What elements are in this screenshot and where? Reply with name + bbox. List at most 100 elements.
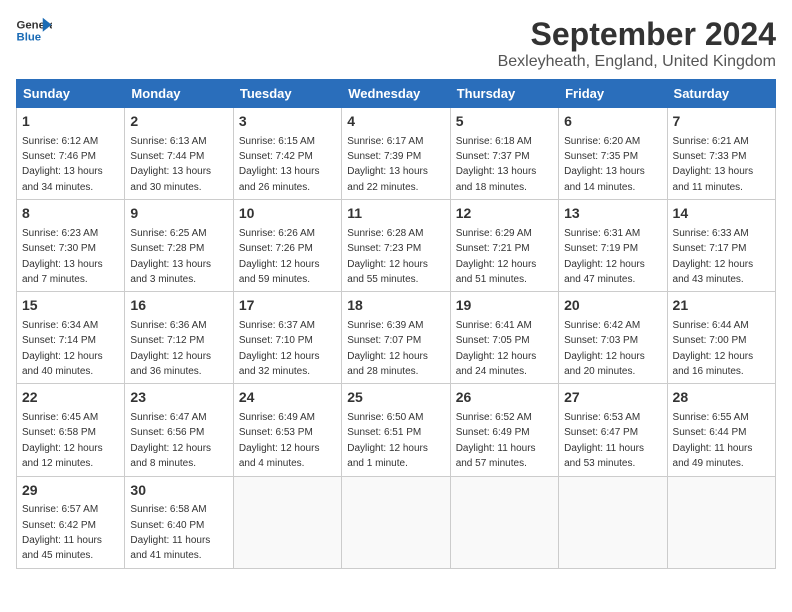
sunrise-info: Sunrise: 6:41 AM: [456, 320, 532, 331]
header-thursday: Thursday: [450, 80, 558, 108]
daylight-label: Daylight: 12 hours and 24 minutes.: [456, 351, 537, 377]
table-row: 24 Sunrise: 6:49 AM Sunset: 6:53 PM Dayl…: [233, 384, 341, 476]
logo: General Blue: [16, 16, 52, 44]
calendar-table: Sunday Monday Tuesday Wednesday Thursday…: [16, 79, 776, 569]
header-sunday: Sunday: [17, 80, 125, 108]
daylight-label: Daylight: 12 hours and 40 minutes.: [22, 351, 103, 377]
day-number: 3: [239, 112, 336, 132]
table-row: 26 Sunrise: 6:52 AM Sunset: 6:49 PM Dayl…: [450, 384, 558, 476]
day-number: 5: [456, 112, 553, 132]
day-number: 25: [347, 388, 444, 408]
sunrise-info: Sunrise: 6:55 AM: [673, 412, 749, 423]
day-number: 24: [239, 388, 336, 408]
sunset-info: Sunset: 7:21 PM: [456, 243, 530, 254]
table-row: 15 Sunrise: 6:34 AM Sunset: 7:14 PM Dayl…: [17, 292, 125, 384]
header-tuesday: Tuesday: [233, 80, 341, 108]
daylight-label: Daylight: 12 hours and 28 minutes.: [347, 351, 428, 377]
header-friday: Friday: [559, 80, 667, 108]
sunset-info: Sunset: 7:46 PM: [22, 151, 96, 162]
sunrise-info: Sunrise: 6:52 AM: [456, 412, 532, 423]
table-row: 12 Sunrise: 6:29 AM Sunset: 7:21 PM Dayl…: [450, 200, 558, 292]
table-row: 29 Sunrise: 6:57 AM Sunset: 6:42 PM Dayl…: [17, 476, 125, 568]
daylight-label: Daylight: 12 hours and 8 minutes.: [130, 443, 211, 469]
daylight-label: Daylight: 12 hours and 1 minute.: [347, 443, 428, 469]
daylight-label: Daylight: 13 hours and 22 minutes.: [347, 166, 428, 192]
table-row: 8 Sunrise: 6:23 AM Sunset: 7:30 PM Dayli…: [17, 200, 125, 292]
sunset-info: Sunset: 7:35 PM: [564, 151, 638, 162]
table-row: [667, 476, 775, 568]
table-row: 10 Sunrise: 6:26 AM Sunset: 7:26 PM Dayl…: [233, 200, 341, 292]
daylight-label: Daylight: 12 hours and 12 minutes.: [22, 443, 103, 469]
sunset-info: Sunset: 6:40 PM: [130, 520, 204, 531]
table-row: 28 Sunrise: 6:55 AM Sunset: 6:44 PM Dayl…: [667, 384, 775, 476]
sunrise-info: Sunrise: 6:23 AM: [22, 228, 98, 239]
sunset-info: Sunset: 7:26 PM: [239, 243, 313, 254]
day-number: 6: [564, 112, 661, 132]
sunrise-info: Sunrise: 6:26 AM: [239, 228, 315, 239]
page-header: General Blue September 2024 Bexleyheath,…: [16, 16, 776, 71]
sunrise-info: Sunrise: 6:18 AM: [456, 136, 532, 147]
table-row: 2 Sunrise: 6:13 AM Sunset: 7:44 PM Dayli…: [125, 108, 233, 200]
day-number: 11: [347, 204, 444, 224]
sunrise-info: Sunrise: 6:31 AM: [564, 228, 640, 239]
table-row: 7 Sunrise: 6:21 AM Sunset: 7:33 PM Dayli…: [667, 108, 775, 200]
sunrise-info: Sunrise: 6:13 AM: [130, 136, 206, 147]
sunrise-info: Sunrise: 6:57 AM: [22, 504, 98, 515]
day-number: 4: [347, 112, 444, 132]
table-row: 30 Sunrise: 6:58 AM Sunset: 6:40 PM Dayl…: [125, 476, 233, 568]
sunrise-info: Sunrise: 6:21 AM: [673, 136, 749, 147]
daylight-label: Daylight: 11 hours and 53 minutes.: [564, 443, 644, 469]
daylight-label: Daylight: 12 hours and 43 minutes.: [673, 259, 754, 285]
calendar-header-row: Sunday Monday Tuesday Wednesday Thursday…: [17, 80, 776, 108]
sunset-info: Sunset: 7:17 PM: [673, 243, 747, 254]
sunrise-info: Sunrise: 6:15 AM: [239, 136, 315, 147]
daylight-label: Daylight: 13 hours and 7 minutes.: [22, 259, 103, 285]
sunset-info: Sunset: 7:33 PM: [673, 151, 747, 162]
table-row: 3 Sunrise: 6:15 AM Sunset: 7:42 PM Dayli…: [233, 108, 341, 200]
svg-text:Blue: Blue: [17, 32, 42, 44]
day-number: 21: [673, 296, 770, 316]
sunset-info: Sunset: 6:51 PM: [347, 427, 421, 438]
daylight-label: Daylight: 12 hours and 51 minutes.: [456, 259, 537, 285]
table-row: [559, 476, 667, 568]
sunset-info: Sunset: 7:03 PM: [564, 335, 638, 346]
sunset-info: Sunset: 7:23 PM: [347, 243, 421, 254]
sunset-info: Sunset: 7:37 PM: [456, 151, 530, 162]
daylight-label: Daylight: 12 hours and 36 minutes.: [130, 351, 211, 377]
sunset-info: Sunset: 7:07 PM: [347, 335, 421, 346]
table-row: 25 Sunrise: 6:50 AM Sunset: 6:51 PM Dayl…: [342, 384, 450, 476]
title-area: September 2024 Bexleyheath, England, Uni…: [498, 16, 776, 71]
day-number: 26: [456, 388, 553, 408]
sunrise-info: Sunrise: 6:17 AM: [347, 136, 423, 147]
day-number: 30: [130, 481, 227, 501]
sunset-info: Sunset: 7:42 PM: [239, 151, 313, 162]
day-number: 14: [673, 204, 770, 224]
day-number: 10: [239, 204, 336, 224]
daylight-label: Daylight: 13 hours and 30 minutes.: [130, 166, 211, 192]
sunrise-info: Sunrise: 6:12 AM: [22, 136, 98, 147]
table-row: 22 Sunrise: 6:45 AM Sunset: 6:58 PM Dayl…: [17, 384, 125, 476]
calendar-week-row: 22 Sunrise: 6:45 AM Sunset: 6:58 PM Dayl…: [17, 384, 776, 476]
sunrise-info: Sunrise: 6:44 AM: [673, 320, 749, 331]
day-number: 20: [564, 296, 661, 316]
sunset-info: Sunset: 7:28 PM: [130, 243, 204, 254]
sunrise-info: Sunrise: 6:47 AM: [130, 412, 206, 423]
header-saturday: Saturday: [667, 80, 775, 108]
table-row: [342, 476, 450, 568]
table-row: 16 Sunrise: 6:36 AM Sunset: 7:12 PM Dayl…: [125, 292, 233, 384]
table-row: 17 Sunrise: 6:37 AM Sunset: 7:10 PM Dayl…: [233, 292, 341, 384]
daylight-label: Daylight: 12 hours and 16 minutes.: [673, 351, 754, 377]
header-wednesday: Wednesday: [342, 80, 450, 108]
sunset-info: Sunset: 6:49 PM: [456, 427, 530, 438]
calendar-week-row: 8 Sunrise: 6:23 AM Sunset: 7:30 PM Dayli…: [17, 200, 776, 292]
daylight-label: Daylight: 13 hours and 26 minutes.: [239, 166, 320, 192]
table-row: 21 Sunrise: 6:44 AM Sunset: 7:00 PM Dayl…: [667, 292, 775, 384]
day-number: 28: [673, 388, 770, 408]
sunrise-info: Sunrise: 6:58 AM: [130, 504, 206, 515]
logo-icon: General Blue: [16, 16, 52, 44]
sunset-info: Sunset: 7:39 PM: [347, 151, 421, 162]
daylight-label: Daylight: 11 hours and 57 minutes.: [456, 443, 536, 469]
month-title: September 2024: [498, 16, 776, 53]
sunrise-info: Sunrise: 6:53 AM: [564, 412, 640, 423]
table-row: 23 Sunrise: 6:47 AM Sunset: 6:56 PM Dayl…: [125, 384, 233, 476]
